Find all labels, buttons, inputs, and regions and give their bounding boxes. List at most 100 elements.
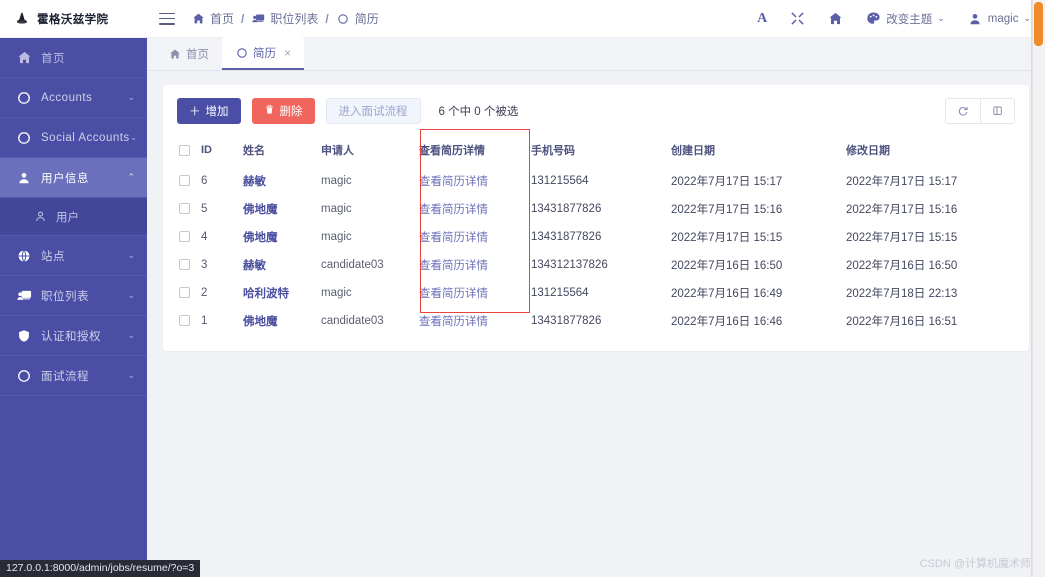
tab-label: 简历 bbox=[253, 47, 276, 60]
app-root: 霍格沃兹学院 首页 Accounts ⌄ Social Accounts ⌄ 用… bbox=[0, 0, 1045, 577]
breadcrumb-item-home[interactable]: 首页 bbox=[210, 10, 234, 27]
cell-modified: 2022年7月16日 16:50 bbox=[846, 260, 958, 272]
cell-modified: 2022年7月17日 15:15 bbox=[846, 232, 958, 244]
view-resume-detail-link[interactable]: 查看简历详情 bbox=[419, 176, 488, 188]
page-scrollbar[interactable] bbox=[1032, 0, 1045, 577]
cell-created: 2022年7月16日 16:49 bbox=[671, 288, 783, 300]
enter-interview-flow-button[interactable]: 进入面试流程 bbox=[325, 98, 421, 124]
column-header-applicant[interactable]: 申请人 bbox=[319, 137, 417, 167]
font-size-icon[interactable]: A bbox=[757, 11, 767, 27]
table-row[interactable]: 2 哈利波特 magic 查看简历详情 131215564 2022年7月16日… bbox=[177, 279, 1015, 307]
scrollbar-thumb[interactable] bbox=[1034, 2, 1043, 46]
breadcrumb-item-resume[interactable]: 简历 bbox=[355, 10, 379, 27]
cell-name: 佛地魔 bbox=[241, 307, 319, 335]
row-checkbox[interactable] bbox=[179, 287, 190, 299]
breadcrumb-separator: / bbox=[325, 11, 329, 26]
column-header-modified[interactable]: 修改日期 bbox=[844, 137, 1015, 167]
delete-button-label: 删除 bbox=[279, 106, 303, 118]
table-row[interactable]: 4 佛地魔 magic 查看简历详情 13431877826 2022年7月17… bbox=[177, 223, 1015, 251]
sidebar: 霍格沃兹学院 首页 Accounts ⌄ Social Accounts ⌄ 用… bbox=[0, 0, 147, 577]
row-checkbox[interactable] bbox=[179, 203, 190, 215]
sidebar-item-label: 面试流程 bbox=[41, 370, 89, 383]
sidebar-subitem-users[interactable]: 用户 bbox=[0, 198, 147, 236]
cell-applicant: magic bbox=[321, 175, 352, 187]
cell-name: 佛地魔 bbox=[241, 195, 319, 223]
name-link[interactable]: 赫敏 bbox=[243, 260, 266, 272]
sidebar-item-social-accounts[interactable]: Social Accounts ⌄ bbox=[0, 118, 147, 158]
row-checkbox[interactable] bbox=[179, 231, 190, 243]
name-link[interactable]: 佛地魔 bbox=[243, 204, 278, 216]
chevron-down-icon: ⌄ bbox=[129, 132, 138, 142]
chevron-down-icon: ⌄ bbox=[1023, 13, 1031, 23]
column-header-detail[interactable]: 查看简历详情 bbox=[417, 137, 529, 167]
expand-icon[interactable] bbox=[789, 11, 805, 27]
globe-icon bbox=[16, 248, 32, 264]
hamburger-icon[interactable] bbox=[159, 12, 175, 25]
name-link[interactable]: 佛地魔 bbox=[243, 316, 278, 328]
column-header-created[interactable]: 创建日期 bbox=[669, 137, 844, 167]
row-checkbox[interactable] bbox=[179, 259, 190, 271]
resume-card: ＋ 增加 删除 进入面试流程 6 个中 0 个被选 ID 姓名 申请人 查看简历… bbox=[163, 85, 1029, 351]
chevron-up-icon: ⌃ bbox=[127, 172, 135, 182]
table-row[interactable]: 1 佛地魔 candidate03 查看简历详情 13431877826 202… bbox=[177, 307, 1015, 335]
sidebar-item-sites[interactable]: 站点 ⌄ bbox=[0, 236, 147, 276]
column-header-id[interactable]: ID bbox=[199, 137, 241, 167]
home-icon[interactable] bbox=[827, 11, 843, 27]
breadcrumb-item-job-list[interactable]: 职位列表 bbox=[270, 10, 318, 27]
theme-switcher[interactable]: 改变主题 ⌄ bbox=[865, 11, 945, 27]
row-checkbox[interactable] bbox=[179, 315, 190, 327]
row-select-cell bbox=[177, 195, 199, 223]
selection-count: 6 个中 0 个被选 bbox=[438, 106, 519, 118]
breadcrumb: 首页 / 职位列表 / 简历 bbox=[191, 10, 379, 27]
row-select-cell bbox=[177, 307, 199, 335]
view-resume-detail-link[interactable]: 查看简历详情 bbox=[419, 288, 488, 300]
view-resume-detail-link[interactable]: 查看简历详情 bbox=[419, 204, 488, 216]
name-link[interactable]: 赫敏 bbox=[243, 176, 266, 188]
tab-resume[interactable]: 简历 × bbox=[222, 37, 305, 70]
cell-detail: 查看简历详情 bbox=[417, 251, 529, 279]
table-row[interactable]: 6 赫敏 magic 查看简历详情 131215564 2022年7月17日 1… bbox=[177, 167, 1015, 195]
sidebar-item-job-list[interactable]: 职位列表 ⌄ bbox=[0, 276, 147, 316]
name-link[interactable]: 佛地魔 bbox=[243, 232, 278, 244]
column-header-phone[interactable]: 手机号码 bbox=[529, 137, 669, 167]
name-link[interactable]: 哈利波特 bbox=[243, 288, 289, 300]
table-row[interactable]: 3 赫敏 candidate03 查看简历详情 134312137826 202… bbox=[177, 251, 1015, 279]
circle-icon bbox=[16, 90, 32, 106]
sidebar-item-home[interactable]: 首页 bbox=[0, 38, 147, 78]
brand-header[interactable]: 霍格沃兹学院 bbox=[0, 0, 147, 38]
add-button[interactable]: ＋ 增加 bbox=[177, 98, 241, 124]
sidebar-item-interview-flow[interactable]: 面试流程 ⌄ bbox=[0, 356, 147, 396]
user-menu[interactable]: magic ⌄ bbox=[967, 11, 1031, 27]
cell-detail: 查看简历详情 bbox=[417, 167, 529, 195]
columns-icon[interactable] bbox=[980, 99, 1014, 123]
table-row[interactable]: 5 佛地魔 magic 查看简历详情 13431877826 2022年7月17… bbox=[177, 195, 1015, 223]
cell-modified: 2022年7月16日 16:51 bbox=[846, 316, 958, 328]
cell-id: 3 bbox=[201, 259, 208, 271]
sidebar-item-accounts[interactable]: Accounts ⌄ bbox=[0, 78, 147, 118]
sidebar-item-user-info[interactable]: 用户信息 ⌃ bbox=[0, 158, 147, 198]
tab-home[interactable]: 首页 bbox=[155, 37, 222, 70]
close-icon[interactable]: × bbox=[284, 46, 291, 60]
refresh-icon[interactable] bbox=[946, 99, 980, 123]
brand-title: 霍格沃兹学院 bbox=[37, 13, 109, 26]
home-icon bbox=[168, 47, 181, 60]
cell-name: 哈利波特 bbox=[241, 279, 319, 307]
cell-name: 佛地魔 bbox=[241, 223, 319, 251]
sidebar-item-label: 认证和授权 bbox=[41, 330, 101, 343]
watermark: CSDN @计算机魔术师 bbox=[919, 558, 1031, 570]
sidebar-item-auth[interactable]: 认证和授权 ⌄ bbox=[0, 316, 147, 356]
view-resume-detail-link[interactable]: 查看简历详情 bbox=[419, 316, 488, 328]
sidebar-subitem-label: 用户 bbox=[56, 211, 79, 224]
column-header-name[interactable]: 姓名 bbox=[241, 137, 319, 167]
table-body: 6 赫敏 magic 查看简历详情 131215564 2022年7月17日 1… bbox=[177, 167, 1015, 335]
row-checkbox[interactable] bbox=[179, 175, 190, 187]
view-resume-detail-link[interactable]: 查看简历详情 bbox=[419, 232, 488, 244]
view-resume-detail-link[interactable]: 查看简历详情 bbox=[419, 260, 488, 272]
select-all-checkbox[interactable] bbox=[179, 144, 190, 156]
main-area: 首页 / 职位列表 / 简历 A 改变主题 ⌄ magic ⌄ 首页 简历 × … bbox=[147, 0, 1045, 577]
delete-button[interactable]: 删除 bbox=[251, 98, 315, 124]
cell-id: 5 bbox=[201, 203, 208, 215]
home-icon bbox=[191, 12, 205, 26]
table-header-row: ID 姓名 申请人 查看简历详情 手机号码 创建日期 修改日期 bbox=[177, 137, 1015, 167]
cell-name: 赫敏 bbox=[241, 251, 319, 279]
